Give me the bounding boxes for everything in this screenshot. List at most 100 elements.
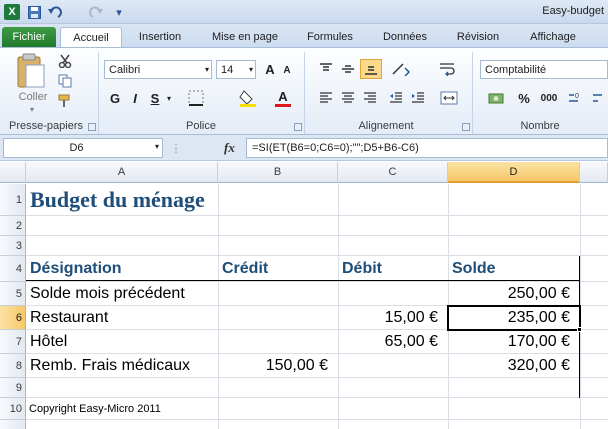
excel-window: X ▾ Easy-budget Fichier Accueil Insertio…	[0, 0, 608, 429]
cell-designation[interactable]: Restaurant	[30, 306, 108, 330]
format-painter-icon[interactable]	[56, 92, 74, 110]
align-bottom-icon[interactable]	[360, 59, 382, 79]
name-box-dropdown-icon[interactable]: ▾	[155, 142, 159, 151]
save-icon[interactable]	[26, 4, 42, 20]
header-credit[interactable]: Crédit	[222, 256, 268, 282]
tab-affichage[interactable]: Affichage	[522, 27, 584, 47]
ribbon-tabs: Fichier Accueil Insertion Mise en page F…	[0, 24, 608, 48]
align-right-icon[interactable]	[360, 89, 380, 107]
row-header-9[interactable]: 9	[0, 378, 26, 398]
gridline	[218, 184, 219, 429]
paste-button[interactable]: Coller	[14, 90, 52, 104]
wrap-text-icon[interactable]	[436, 60, 458, 78]
shrink-font-button[interactable]: A	[280, 62, 294, 78]
header-solde[interactable]: Solde	[452, 256, 496, 282]
column-header-d[interactable]: D	[448, 162, 580, 183]
cell-solde[interactable]: 320,00 €	[448, 354, 580, 378]
align-top-icon[interactable]	[316, 60, 336, 78]
tab-insertion[interactable]: Insertion	[132, 27, 188, 47]
increase-decimal-icon[interactable]: 0	[566, 88, 586, 108]
font-name-select[interactable]: Calibri	[104, 60, 212, 79]
tab-formules[interactable]: Formules	[300, 27, 360, 47]
paste-icon[interactable]	[14, 52, 48, 90]
column-header-b[interactable]: B	[218, 162, 338, 183]
fill-color-icon[interactable]	[234, 88, 264, 108]
decrease-decimal-icon[interactable]	[590, 88, 608, 108]
cell-designation[interactable]: Remb. Frais médicaux	[30, 354, 190, 378]
worksheet-grid[interactable]: A B C D 1 2 3 4 5 6 7 8 9 10 Budget du m…	[0, 162, 608, 429]
font-name-dropdown-icon[interactable]: ▾	[202, 61, 212, 78]
paste-dropdown-icon[interactable]: ▾	[26, 104, 38, 114]
tab-mise-en-page[interactable]: Mise en page	[204, 27, 286, 47]
decrease-indent-icon[interactable]	[386, 89, 406, 107]
align-center-icon[interactable]	[338, 89, 358, 107]
font-color-swatch	[275, 103, 291, 107]
currency-format-icon[interactable]	[484, 88, 510, 108]
font-color-button[interactable]: A	[268, 88, 298, 108]
bold-button[interactable]: G	[106, 88, 124, 108]
gridline	[26, 235, 608, 236]
row-header-1[interactable]: 1	[0, 184, 26, 216]
row-header-6[interactable]: 6	[0, 306, 26, 330]
merge-center-icon[interactable]	[434, 89, 464, 107]
insert-function-button[interactable]: fx	[190, 138, 246, 158]
font-launcher-icon[interactable]	[294, 123, 302, 131]
align-middle-icon[interactable]	[338, 60, 358, 78]
sheet-title[interactable]: Budget du ménage	[30, 184, 205, 216]
font-size-dropdown-icon[interactable]: ▾	[246, 61, 256, 78]
number-format-select[interactable]: Comptabilité	[480, 60, 608, 79]
align-left-icon[interactable]	[316, 89, 336, 107]
increase-indent-icon[interactable]	[408, 89, 428, 107]
cut-icon[interactable]	[56, 52, 74, 70]
alignment-launcher-icon[interactable]	[462, 123, 470, 131]
orientation-icon[interactable]	[388, 60, 414, 78]
cell-designation[interactable]: Solde mois précédent	[30, 282, 185, 306]
number-format-value: Comptabilité	[485, 63, 547, 76]
row-header-5[interactable]: 5	[0, 282, 26, 306]
formula-input[interactable]: =SI(ET(B6=0;C6=0);"";D5+B6-C6)	[246, 138, 608, 158]
font-size-value: 14	[221, 63, 234, 76]
underline-button[interactable]: S	[146, 88, 164, 108]
row-header-3[interactable]: 3	[0, 236, 26, 256]
percent-button[interactable]: %	[514, 88, 534, 108]
row-header-11[interactable]	[0, 420, 26, 429]
group-label-clipboard: Presse-papiers	[9, 120, 83, 132]
copyright-text[interactable]: Copyright Easy-Micro 2011	[29, 398, 161, 420]
row-header-4[interactable]: 4	[0, 256, 26, 282]
grow-font-button[interactable]: A	[262, 60, 278, 78]
copy-icon[interactable]	[56, 72, 74, 90]
italic-button[interactable]: I	[126, 88, 144, 108]
select-all-corner[interactable]	[0, 162, 26, 183]
underline-dropdown-icon[interactable]: ▾	[164, 88, 174, 108]
formula-bar-handle-icon[interactable]: ⋮	[168, 140, 184, 156]
customize-toolbar-icon[interactable]: ▾	[114, 4, 124, 20]
selected-cell-outline	[447, 305, 581, 331]
header-designation[interactable]: Désignation	[30, 256, 122, 282]
row-header-2[interactable]: 2	[0, 216, 26, 236]
redo-icon[interactable]	[84, 4, 106, 20]
row-header-8[interactable]: 8	[0, 354, 26, 378]
column-header-a[interactable]: A	[26, 162, 218, 183]
group-label-alignment: Alignement	[358, 120, 414, 132]
clipboard-launcher-icon[interactable]	[88, 123, 96, 131]
column-header-c[interactable]: C	[338, 162, 448, 183]
column-header-e[interactable]	[580, 162, 608, 183]
borders-icon[interactable]	[182, 89, 210, 107]
tab-revision[interactable]: Révision	[450, 27, 506, 47]
cell-designation[interactable]: Hôtel	[30, 330, 67, 354]
header-debit[interactable]: Débit	[342, 256, 382, 282]
row-header-7[interactable]: 7	[0, 330, 26, 354]
cell-solde[interactable]: 170,00 €	[448, 330, 580, 354]
tab-fichier[interactable]: Fichier	[2, 27, 56, 48]
cell-credit[interactable]: 150,00 €	[218, 354, 338, 378]
cell-solde[interactable]: 250,00 €	[448, 282, 580, 306]
fill-handle[interactable]	[577, 327, 582, 332]
cell-debit[interactable]: 15,00 €	[338, 306, 448, 330]
tab-accueil[interactable]: Accueil	[60, 27, 122, 48]
thousands-separator-button[interactable]: 000	[536, 88, 562, 108]
row-header-10[interactable]: 10	[0, 398, 26, 420]
name-box[interactable]: D6 ▾	[3, 138, 163, 158]
tab-donnees[interactable]: Données	[376, 27, 434, 47]
cell-debit[interactable]: 65,00 €	[338, 330, 448, 354]
undo-icon[interactable]	[46, 4, 68, 20]
